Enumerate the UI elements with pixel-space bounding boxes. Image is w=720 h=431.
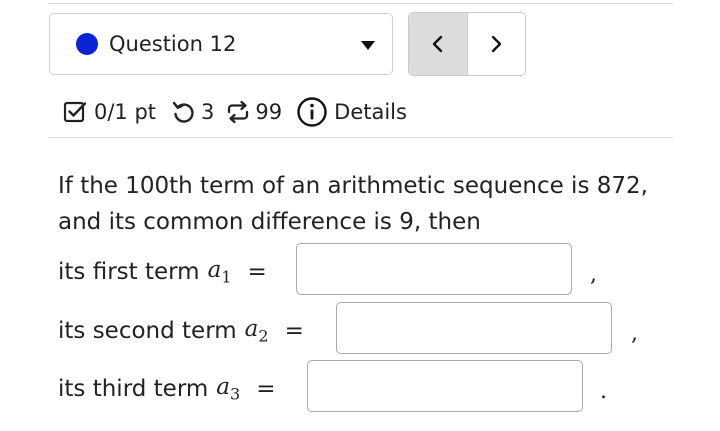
third-term-input[interactable] [307,360,583,412]
repeat-icon [224,99,252,125]
answer-row-second-term: its second term a2 = [58,311,304,351]
answer-punctuation: , [631,321,638,346]
question-meta: 0/1 pt 3 99 Details [62,92,407,132]
question-nav [408,12,526,76]
previous-question-button[interactable] [409,13,468,75]
second-term-input[interactable] [336,302,612,354]
meta-divider [48,137,673,138]
answer-row-first-term: its first term a1 = [58,252,267,292]
top-divider [48,3,673,4]
chevron-right-icon [492,35,502,53]
answer-prefix: its first term [58,259,200,285]
chevron-left-icon [432,35,442,53]
answer-punctuation: , [590,262,597,287]
variable-label: a1 [207,257,232,287]
problem-text: If the 100th term of an arithmetic seque… [58,173,648,235]
first-term-input[interactable] [296,243,572,295]
answer-prefix: its second term [58,318,237,344]
caret-down-icon [361,41,375,50]
details-link[interactable]: Details [334,100,407,124]
question-select[interactable]: Question 12 [49,13,393,75]
equals-sign: = [256,376,276,402]
variable-label: a2 [244,316,269,346]
answer-prefix: its third term [58,376,209,402]
retry-count: 99 [255,100,283,124]
checkbox-icon [62,99,88,125]
answer-row-third-term: its third term a3 = [58,369,275,409]
equals-sign: = [284,318,304,344]
score-text: 0/1 pt [94,100,157,124]
undo-icon [170,99,196,125]
equals-sign: = [247,259,267,285]
answer-punctuation: . [600,379,607,404]
question-status-dot [76,33,98,55]
next-question-button[interactable] [467,13,525,75]
info-icon[interactable] [296,96,328,128]
variable-label: a3 [216,374,241,404]
attempts-count: 3 [201,100,215,124]
question-label: Question 12 [109,32,237,56]
